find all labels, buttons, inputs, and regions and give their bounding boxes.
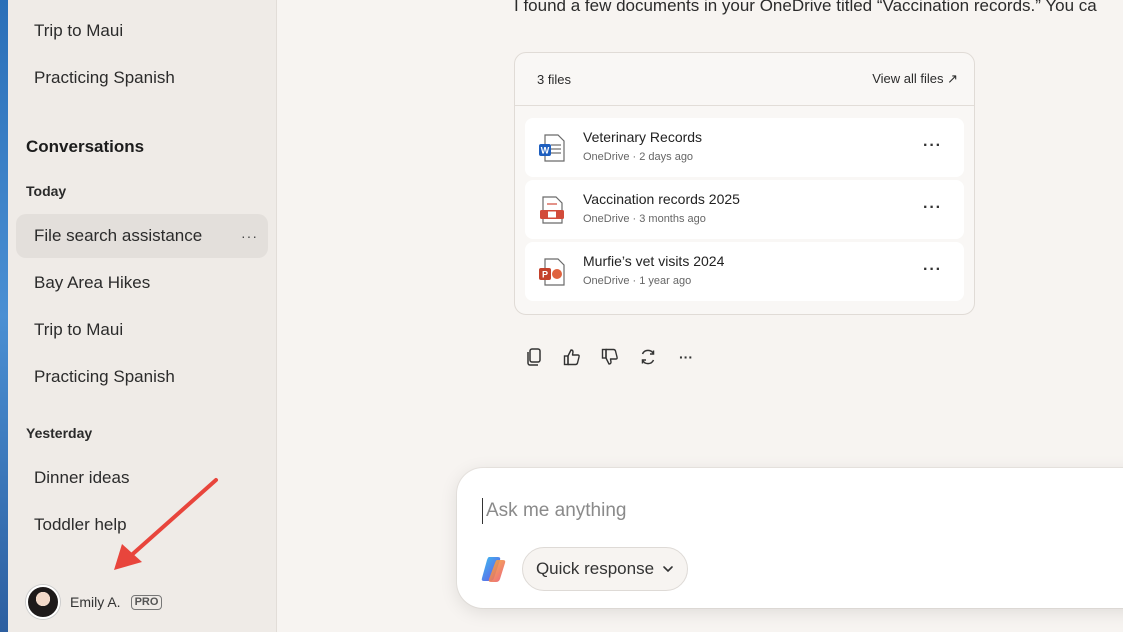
file-row-vaccination-records-2025[interactable]: Vaccination records 2025 OneDrive · 3 mo… bbox=[525, 180, 964, 239]
desktop-background bbox=[0, 0, 8, 632]
thumbs-up-icon bbox=[563, 349, 580, 366]
file-meta: OneDrive · 1 year ago bbox=[583, 275, 692, 287]
message-actions: ··· bbox=[523, 346, 697, 368]
mode-label: Quick response bbox=[535, 559, 655, 578]
ask-input[interactable] bbox=[482, 498, 1082, 524]
svg-text:P: P bbox=[542, 270, 548, 280]
sidebar-item-trip-to-maui[interactable]: Trip to Maui bbox=[16, 308, 268, 352]
powerpoint-doc-icon: P bbox=[539, 258, 565, 286]
file-card-header: 3 files View all files ↗ bbox=[515, 53, 974, 106]
file-name: Veterinary Records bbox=[583, 129, 703, 145]
file-results-card: 3 files View all files ↗ W Veterinary Re… bbox=[514, 52, 975, 315]
conversations-heading: Conversations bbox=[26, 137, 145, 156]
file-name: Vaccination records 2025 bbox=[583, 191, 740, 207]
group-heading-today: Today bbox=[26, 183, 67, 199]
svg-text:W: W bbox=[541, 146, 550, 156]
thumbs-down-button[interactable] bbox=[599, 346, 621, 368]
thumbs-down-icon bbox=[601, 348, 618, 365]
user-name: Emily A. bbox=[70, 594, 121, 610]
pdf-doc-icon bbox=[540, 196, 564, 224]
sidebar-item-trip-to-maui-top[interactable]: Trip to Maui bbox=[16, 9, 268, 53]
more-options-icon[interactable]: ··· bbox=[923, 199, 942, 217]
sidebar-item-label: File search assistance bbox=[34, 226, 203, 245]
regenerate-button[interactable] bbox=[637, 346, 659, 368]
annotation-arrow-icon bbox=[114, 478, 218, 570]
file-meta: OneDrive · 3 months ago bbox=[583, 213, 706, 225]
more-options-icon[interactable]: ··· bbox=[923, 137, 942, 155]
assistant-message: I found a few documents in your OneDrive… bbox=[514, 0, 1097, 15]
sidebar-item-practicing-spanish-top[interactable]: Practicing Spanish bbox=[16, 56, 268, 100]
file-row-murfies-vet-visits-2024[interactable]: P Murfie’s vet visits 2024 OneDrive · 1 … bbox=[525, 242, 964, 301]
more-actions-button[interactable]: ··· bbox=[675, 346, 697, 368]
sidebar-item-label: Bay Area Hikes bbox=[34, 273, 151, 292]
copy-icon bbox=[527, 348, 541, 366]
more-options-icon[interactable]: ··· bbox=[241, 228, 258, 244]
sidebar-item-file-search-assistance[interactable]: File search assistance ··· bbox=[16, 214, 268, 258]
sidebar-item-label: Trip to Maui bbox=[34, 21, 124, 40]
file-name: Murfie’s vet visits 2024 bbox=[583, 253, 725, 269]
sidebar: Trip to Maui Practicing Spanish Conversa… bbox=[8, 0, 277, 632]
group-heading-yesterday: Yesterday bbox=[26, 425, 93, 441]
word-doc-icon: W bbox=[539, 134, 565, 162]
file-meta: OneDrive · 2 days ago bbox=[583, 151, 694, 163]
copilot-logo-icon bbox=[481, 557, 506, 582]
sidebar-item-label: Trip to Maui bbox=[34, 320, 124, 339]
quick-response-dropdown[interactable]: Quick response bbox=[522, 547, 688, 591]
file-row-veterinary-records[interactable]: W Veterinary Records OneDrive · 2 days a… bbox=[525, 118, 964, 177]
sidebar-item-practicing-spanish[interactable]: Practicing Spanish bbox=[16, 355, 268, 399]
copy-button[interactable] bbox=[523, 346, 545, 368]
view-all-files-link[interactable]: View all files ↗ bbox=[872, 71, 958, 87]
more-options-icon[interactable]: ··· bbox=[923, 261, 942, 279]
sidebar-item-bay-area-hikes[interactable]: Bay Area Hikes bbox=[16, 261, 268, 305]
thumbs-up-button[interactable] bbox=[561, 346, 583, 368]
pro-badge: PRO bbox=[130, 594, 163, 610]
user-profile[interactable]: Emily A. PRO bbox=[26, 585, 163, 619]
sidebar-item-label: Practicing Spanish bbox=[34, 68, 175, 87]
file-count: 3 files bbox=[537, 71, 571, 87]
chevron-down-icon bbox=[663, 566, 673, 573]
refresh-icon bbox=[641, 349, 655, 365]
avatar bbox=[26, 585, 60, 619]
sidebar-item-label: Practicing Spanish bbox=[34, 367, 175, 386]
chat-main: I found a few documents in your OneDrive… bbox=[277, 0, 1123, 632]
composer: Quick response bbox=[457, 468, 1123, 608]
